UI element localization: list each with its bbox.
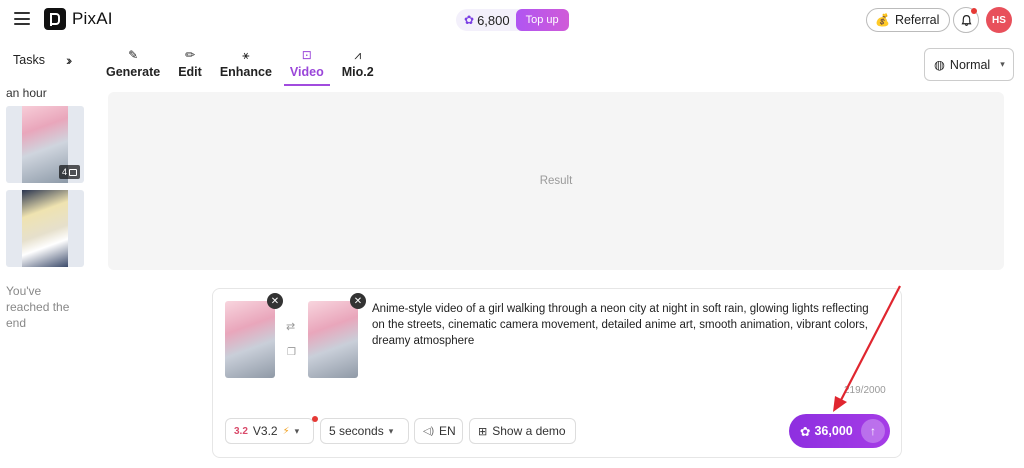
model-select[interactable]: 3.2 V3.2 ⚡ ▾ — [225, 418, 314, 444]
brush-icon: ✎ — [128, 48, 139, 62]
tab-label: Edit — [178, 65, 202, 79]
arrow-up-icon: ↑ — [861, 419, 885, 443]
credits-balance: ✿ 6,800 Top up — [456, 9, 569, 31]
swap-icon[interactable]: ⇄ — [286, 320, 295, 333]
close-icon[interactable]: ✕ — [350, 293, 366, 309]
task-thumbnail[interactable] — [6, 190, 84, 267]
pixai-logo-icon — [44, 8, 66, 30]
tab-label: Video — [289, 65, 324, 79]
task-thumbnail[interactable]: 4 — [6, 106, 84, 183]
tab-label: Generate — [106, 65, 161, 79]
tab-enhance[interactable]: ⚹ Enhance — [214, 46, 278, 86]
demo-label: Show a demo — [492, 424, 566, 438]
app-name: PixAI — [72, 9, 113, 28]
image-icon — [69, 168, 77, 176]
topup-button[interactable]: Top up — [515, 9, 569, 31]
pencil-icon: ✏ — [184, 48, 196, 62]
video-icon: ⊡ — [301, 48, 312, 62]
show-demo-button[interactable]: ⊞ Show a demo — [469, 418, 576, 444]
image-count: 4 — [61, 167, 67, 177]
tasks-label: Tasks — [13, 53, 45, 67]
credits-icon: ✿ — [800, 424, 811, 439]
prompt-textarea[interactable]: Anime-style video of a girl walking thro… — [372, 301, 882, 349]
mio-icon: ⩘ — [354, 48, 362, 62]
demo-icon: ⊞ — [478, 425, 488, 438]
generate-cost: 36,000 — [814, 424, 853, 438]
result-area: Result — [108, 92, 1004, 270]
expand-icon[interactable]: ›› — [66, 52, 73, 68]
time-group-label: an hour — [6, 86, 47, 100]
chevron-down-icon: ▾ — [1000, 59, 1005, 69]
image-count-badge: 4 — [58, 165, 80, 179]
mode-tabs: ✎ Generate ✏ Edit ⚹ Enhance ⊡ Video ⩘ Mi… — [100, 46, 386, 86]
top-bar: PixAI ✿ 6,800 Top up 💰 Referral HS — [0, 0, 1024, 40]
first-frame-image[interactable]: ✕ — [225, 293, 283, 378]
copy-icon[interactable]: ❐ — [287, 347, 296, 358]
tab-label: Mio.2 — [341, 65, 374, 79]
credits-value: 6,800 — [477, 12, 510, 28]
referral-label: Referral — [894, 13, 940, 27]
mode-label: Normal — [949, 57, 991, 72]
result-placeholder: Result — [539, 175, 573, 187]
duration-select[interactable]: 5 seconds ▾ — [320, 418, 409, 444]
chevron-down-icon: ▾ — [388, 425, 394, 436]
character-count: 219/2000 — [844, 385, 886, 396]
tab-label: Enhance — [219, 65, 272, 79]
thumbnail-image — [22, 190, 68, 267]
app-logo[interactable]: PixAI — [44, 8, 113, 30]
money-bag-icon: 💰 — [875, 13, 890, 27]
chevron-down-icon: ▾ — [294, 425, 300, 436]
notifications-button[interactable] — [953, 7, 979, 33]
last-frame-image[interactable]: ✕ — [308, 293, 366, 378]
model-logo-icon: 3.2 — [234, 425, 248, 437]
credits-icon: ✿ — [464, 13, 475, 27]
model-label: V3.2 — [252, 424, 278, 438]
tab-edit[interactable]: ✏ Edit — [172, 46, 208, 86]
bolt-icon: ⚡ — [282, 425, 290, 437]
globe-icon: ◍ — [934, 58, 945, 72]
bell-icon — [961, 14, 971, 26]
tab-generate[interactable]: ✎ Generate — [100, 46, 166, 86]
menu-icon[interactable] — [14, 12, 30, 25]
audio-language-button[interactable]: ◁) EN — [414, 418, 463, 444]
speaker-icon: ◁) — [423, 425, 435, 437]
generate-button[interactable]: ✿ 36,000 ↑ — [789, 414, 890, 448]
duration-label: 5 seconds — [329, 424, 384, 438]
close-icon[interactable]: ✕ — [267, 293, 283, 309]
notification-dot — [971, 8, 977, 14]
referral-button[interactable]: 💰 Referral — [866, 8, 951, 32]
tab-mio[interactable]: ⩘ Mio.2 — [336, 46, 380, 86]
language-label: EN — [439, 424, 456, 438]
prompt-panel: ✕ ⇄ ❐ ✕ Anime-style video of a girl walk… — [212, 288, 902, 458]
sparkle-icon: ⚹ — [242, 48, 250, 62]
new-indicator-dot — [312, 416, 318, 422]
quality-mode-select[interactable]: ◍ Normal ▾ — [924, 48, 1014, 81]
end-of-list-text: You've reached the end — [6, 284, 70, 330]
avatar[interactable]: HS — [986, 7, 1012, 33]
tab-video[interactable]: ⊡ Video — [283, 46, 330, 86]
